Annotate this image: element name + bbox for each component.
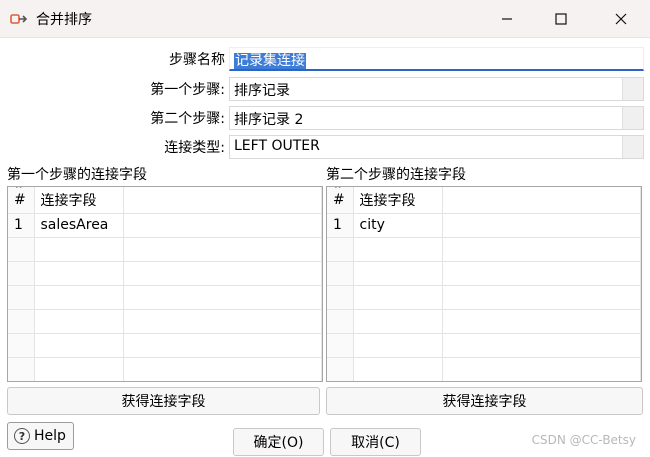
- row-join-field[interactable]: city: [353, 213, 443, 238]
- first-step-value: 排序记录: [234, 83, 290, 99]
- second-step-label: 第二个步骤:: [150, 111, 225, 127]
- table-header-row: ^ # 连接字段: [8, 186, 322, 214]
- column-header-join-field[interactable]: 连接字段: [34, 187, 124, 214]
- minimize-button[interactable]: [482, 0, 532, 38]
- maximize-icon: [555, 13, 567, 25]
- table-row-empty: [8, 237, 322, 262]
- table-header-row: ^ # 连接字段: [327, 186, 641, 214]
- table-row-empty: [8, 261, 322, 286]
- right-join-fields-table[interactable]: ^ # 连接字段 1 city: [326, 186, 642, 382]
- table-row-empty: [8, 333, 322, 358]
- table-row[interactable]: 1 city: [327, 213, 641, 238]
- join-type-field[interactable]: LEFT OUTER: [229, 135, 644, 159]
- minimize-icon: [502, 18, 512, 20]
- join-type-label: 连接类型:: [164, 140, 225, 156]
- right-get-join-fields-button[interactable]: 获得连接字段: [326, 387, 643, 415]
- step-name-value: 记录集连接: [234, 53, 306, 69]
- title-bar: 合并排序: [0, 0, 650, 38]
- row-index: 1: [327, 213, 354, 238]
- column-header-empty: [123, 187, 322, 214]
- maximize-button[interactable]: [536, 0, 586, 38]
- step-name-label: 步骤名称: [169, 52, 225, 68]
- table-row-empty: [327, 333, 641, 358]
- column-header-index[interactable]: ^ #: [8, 186, 35, 214]
- cancel-button[interactable]: 取消(C): [330, 428, 421, 456]
- second-step-value: 排序记录 2: [234, 112, 304, 128]
- first-step-label: 第一个步骤:: [150, 82, 225, 98]
- watermark: CSDN @CC-Betsy: [531, 433, 636, 447]
- row-index: 1: [8, 213, 35, 238]
- second-step-field[interactable]: 排序记录 2: [229, 106, 644, 130]
- left-get-join-fields-button[interactable]: 获得连接字段: [7, 387, 320, 415]
- table-row-empty: [8, 357, 322, 381]
- second-step-dropdown-stub[interactable]: [622, 107, 643, 129]
- first-step-field[interactable]: 排序记录: [229, 77, 644, 101]
- help-label: Help: [34, 428, 66, 444]
- help-button[interactable]: ? Help: [7, 422, 74, 450]
- first-step-dropdown-stub[interactable]: [622, 78, 643, 100]
- merge-join-icon: [10, 14, 28, 24]
- sort-caret-icon: ^: [334, 186, 342, 195]
- table-row-empty: [327, 237, 641, 262]
- left-panel-title: 第一个步骤的连接字段: [7, 167, 147, 183]
- table-row-empty: [327, 285, 641, 310]
- table-row-empty: [8, 285, 322, 310]
- step-name-input[interactable]: 记录集连接: [229, 47, 644, 71]
- right-panel-title: 第二个步骤的连接字段: [326, 167, 466, 183]
- ok-button[interactable]: 确定(O): [233, 428, 324, 456]
- table-row-empty: [327, 357, 641, 381]
- help-icon: ?: [14, 428, 30, 444]
- table-row-empty: [8, 309, 322, 334]
- table-row[interactable]: 1 salesArea: [8, 213, 322, 238]
- table-row-empty: [327, 309, 641, 334]
- column-header-join-field[interactable]: 连接字段: [353, 187, 443, 214]
- join-type-dropdown-stub[interactable]: [622, 136, 643, 158]
- close-icon: [615, 13, 627, 25]
- table-row-empty: [327, 261, 641, 286]
- close-button[interactable]: [596, 0, 646, 38]
- join-type-value: LEFT OUTER: [234, 138, 320, 154]
- left-join-fields-table[interactable]: ^ # 连接字段 1 salesArea: [7, 186, 323, 382]
- sort-caret-icon: ^: [15, 186, 23, 195]
- window-title: 合并排序: [36, 12, 92, 28]
- column-header-index[interactable]: ^ #: [327, 186, 354, 214]
- row-join-field[interactable]: salesArea: [34, 213, 124, 238]
- column-header-empty: [442, 187, 641, 214]
